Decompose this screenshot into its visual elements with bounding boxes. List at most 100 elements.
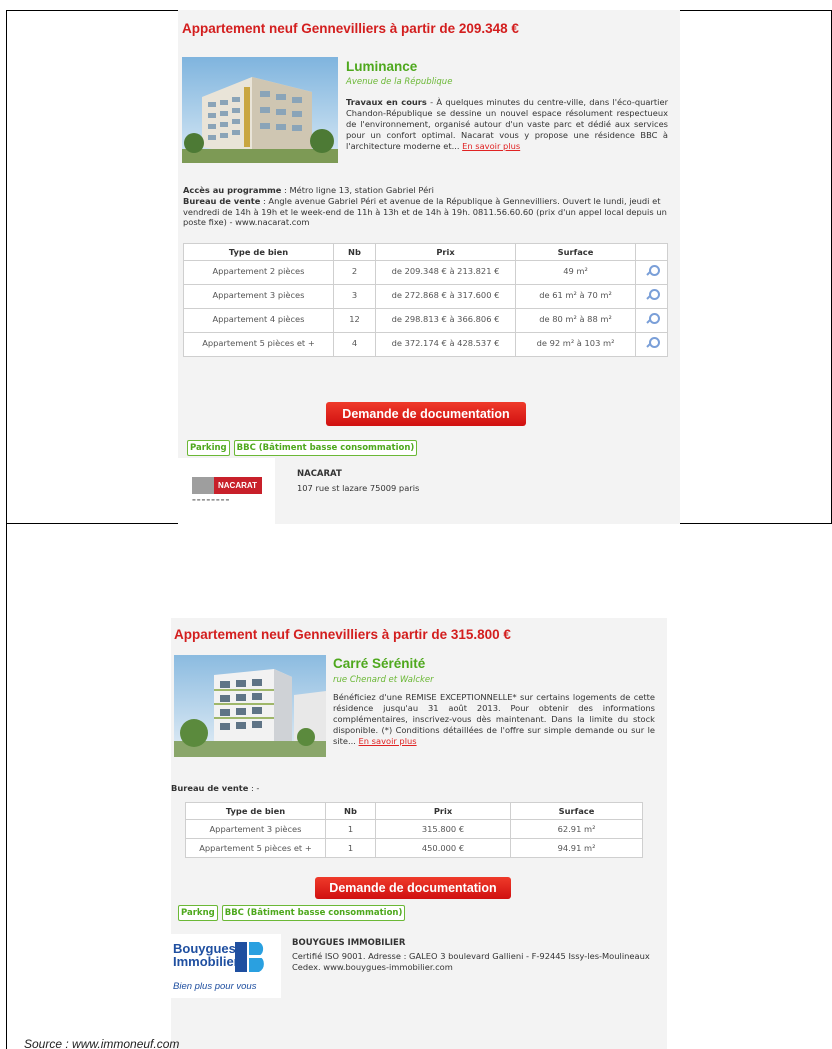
unit-type: Appartement 4 pièces (183, 308, 334, 333)
column-header: Prix (375, 243, 516, 261)
unit-type: Appartement 3 pièces (185, 819, 326, 839)
unit-price: de 298.813 € à 366.806 € (375, 308, 516, 333)
table-row[interactable]: Appartement 5 pièces et + 1 450.000 € 94… (185, 838, 643, 858)
program-info: Accès au programme : Métro ligne 13, sta… (183, 185, 675, 228)
unit-count: 12 (333, 308, 376, 333)
unit-surface: 62.91 m² (510, 819, 643, 839)
magnifier-icon[interactable] (646, 265, 660, 277)
unit-count: 3 (333, 284, 376, 309)
sales-office-line: Bureau de vente : - (171, 783, 663, 794)
unit-surface: de 61 m² à 70 m² (515, 284, 636, 309)
logo-subline: ▬▬▬▬▬▬▬▬ (192, 497, 231, 502)
listing-title[interactable]: Appartement neuf Gennevilliers à partir … (182, 21, 519, 36)
zoom-cell (635, 260, 668, 285)
access-text: : Métro ligne 13, station Gabriel Péri (281, 185, 434, 195)
unit-price: 450.000 € (375, 838, 511, 858)
column-header: Prix (375, 802, 511, 820)
builder-address: 107 rue st lazare 75009 paris (297, 483, 420, 493)
bouygues-logo-text: Bouygues Immobilier (173, 942, 239, 968)
builder-block: NACARAT ▬▬▬▬▬▬▬▬ (178, 458, 680, 524)
unit-type: Appartement 5 pièces et + (185, 838, 326, 858)
table-row[interactable]: Appartement 4 pièces 12 de 298.813 € à 3… (183, 308, 668, 333)
unit-type: Appartement 3 pièces (183, 284, 334, 309)
feature-tags: Parkng BBC (Bâtiment basse consommation) (178, 905, 406, 921)
builder-name: NACARAT (297, 469, 342, 479)
access-label: Accès au programme (183, 185, 282, 195)
magnifier-icon[interactable] (646, 289, 660, 301)
builder-logo[interactable]: Bouygues Immobilier Bien plus pour vous (171, 934, 281, 998)
unit-surface: 94.91 m² (510, 838, 643, 858)
program-name[interactable]: Carré Sérénité (333, 656, 425, 671)
unit-price: de 272.868 € à 317.600 € (375, 284, 516, 309)
builder-address: Certifié ISO 9001. Adresse : GALEO 3 bou… (292, 951, 650, 972)
zoom-cell (635, 332, 668, 357)
table-row[interactable]: Appartement 3 pièces 1 315.800 € 62.91 m… (185, 819, 643, 839)
column-header (635, 243, 668, 261)
column-header: Nb (325, 802, 376, 820)
builder-name: BOUYGUES IMMOBILIER (292, 938, 406, 948)
access-line: Accès au programme : Métro ligne 13, sta… (183, 185, 675, 196)
more-info-link[interactable]: En savoir plus (359, 736, 417, 746)
feature-tags: Parking BBC (Bâtiment basse consommation… (187, 440, 418, 456)
logo-text: NACARAT (218, 481, 257, 490)
unit-surface: de 92 m² à 103 m² (515, 332, 636, 357)
table-row[interactable]: Appartement 5 pièces et + 4 de 372.174 €… (183, 332, 668, 357)
unit-count: 1 (325, 838, 376, 858)
table-row[interactable]: Appartement 3 pièces 3 de 272.868 € à 31… (183, 284, 668, 309)
table-header-row: Type de bien Nb Prix Surface (183, 243, 668, 261)
program-street: rue Chenard et Walcker (333, 675, 434, 685)
units-table: Type de bien Nb Prix Surface Appartement… (185, 802, 643, 858)
bouygues-b-icon (235, 942, 264, 972)
building-photo[interactable] (182, 57, 338, 163)
unit-price: 315.800 € (375, 819, 511, 839)
program-info: Bureau de vente : - (171, 783, 663, 794)
zoom-cell (635, 284, 668, 309)
magnifier-icon[interactable] (646, 337, 660, 349)
column-header: Type de bien (183, 243, 334, 261)
unit-count: 2 (333, 260, 376, 285)
program-description: Travaux en cours - À quelques minutes du… (346, 97, 668, 152)
more-info-link[interactable]: En savoir plus (462, 141, 520, 151)
unit-price: de 209.348 € à 213.821 € (375, 260, 516, 285)
tag-bbc: BBC (Bâtiment basse consommation) (233, 440, 418, 456)
column-header: Nb (333, 243, 376, 261)
sales-office-label: Bureau de vente (171, 783, 249, 793)
column-header: Type de bien (185, 802, 326, 820)
table-row[interactable]: Appartement 2 pièces 2 de 209.348 € à 21… (183, 260, 668, 285)
column-header: Surface (510, 802, 643, 820)
tag-parking: Parkng (178, 905, 218, 921)
tag-parking: Parking (187, 440, 230, 456)
sales-office-line: Bureau de vente : Angle avenue Gabriel P… (183, 196, 675, 228)
magnifier-icon[interactable] (646, 313, 660, 325)
unit-type: Appartement 5 pièces et + (183, 332, 334, 357)
listing-card-1: Appartement neuf Gennevilliers à partir … (178, 10, 680, 524)
unit-surface: 49 m² (515, 260, 636, 285)
listing-card-2: Appartement neuf Gennevilliers à partir … (171, 618, 667, 1049)
zoom-cell (635, 308, 668, 333)
documentation-request-button[interactable]: Demande de documentation (326, 402, 526, 426)
sales-office-text: : - (248, 783, 260, 793)
building-photo[interactable] (174, 655, 326, 757)
program-description: Bénéficiez d'une REMISE EXCEPTIONNELLE* … (333, 692, 655, 747)
logo-tagline: Bien plus pour vous (173, 981, 257, 992)
status-label: Travaux en cours (346, 97, 427, 107)
tree-emblem-icon (192, 477, 214, 494)
unit-type: Appartement 2 pièces (183, 260, 334, 285)
program-name[interactable]: Luminance (346, 59, 417, 74)
table-header-row: Type de bien Nb Prix Surface (185, 802, 643, 820)
program-street: Avenue de la République (346, 77, 453, 87)
nacarat-logo: NACARAT (192, 477, 262, 494)
units-table: Type de bien Nb Prix Surface Appartement… (183, 243, 668, 357)
listing-title[interactable]: Appartement neuf Gennevilliers à partir … (174, 627, 511, 642)
tag-bbc: BBC (Bâtiment basse consommation) (221, 905, 406, 921)
unit-price: de 372.174 € à 428.537 € (375, 332, 516, 357)
unit-count: 1 (325, 819, 376, 839)
column-header: Surface (515, 243, 636, 261)
logo-line-2: Immobilier (173, 954, 239, 969)
unit-count: 4 (333, 332, 376, 357)
documentation-request-button[interactable]: Demande de documentation (315, 877, 511, 899)
sales-office-label: Bureau de vente (183, 195, 261, 206)
unit-surface: de 80 m² à 88 m² (515, 308, 636, 333)
source-caption: Source : www.immoneuf.com (24, 1037, 180, 1049)
builder-logo[interactable]: NACARAT ▬▬▬▬▬▬▬▬ (178, 458, 275, 524)
